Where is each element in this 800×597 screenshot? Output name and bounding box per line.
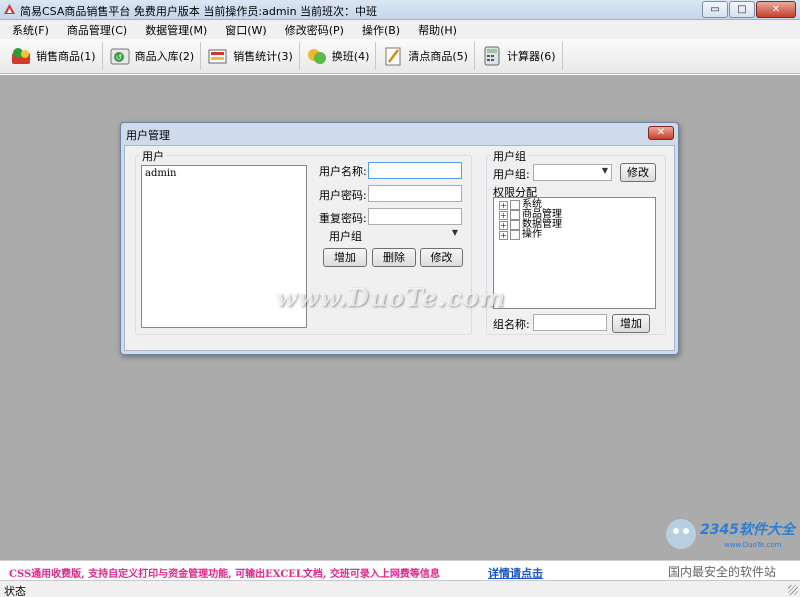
expand-icon[interactable]: + (499, 230, 508, 240)
checkbox[interactable] (510, 230, 520, 240)
menu-bar: 系统(F) 商品管理(C) 数据管理(M) 窗口(W) 修改密码(P) 操作(B… (0, 20, 800, 39)
watermark-logo: 2345软件大全 www.DuoTe.com (660, 515, 800, 560)
group-select-label: 用户组: (493, 168, 530, 181)
menu-data-management[interactable]: 数据管理(M) (137, 22, 217, 38)
menu-window[interactable]: 窗口(W) (217, 22, 276, 38)
menu-system[interactable]: 系统(F) (4, 22, 59, 38)
repeat-password-label: 重复密码: (319, 212, 367, 225)
add-user-button[interactable]: 增加 (323, 248, 367, 267)
checkbox[interactable] (510, 220, 520, 230)
resize-grip-icon[interactable] (788, 585, 798, 595)
watermark: www.DuoTe.com (276, 283, 506, 312)
tree-node-operation[interactable]: + 操作 (499, 230, 655, 240)
sales-stats-label: 销售统计(3) (233, 50, 293, 63)
menu-help[interactable]: 帮助(H) (410, 22, 467, 38)
svg-text:↺: ↺ (115, 53, 122, 62)
chevron-down-icon: ▼ (601, 166, 608, 175)
app-logo-icon (4, 4, 15, 14)
modify-group-button[interactable]: 修改 (620, 163, 656, 182)
window-controls: ▭ □ ✕ (702, 1, 796, 18)
expand-icon[interactable]: + (499, 220, 508, 230)
calculator-label: 计算器(6) (506, 50, 556, 63)
checkbox[interactable] (510, 210, 520, 220)
sell-goods-button[interactable]: 销售商品(1) (4, 42, 103, 70)
permission-tree[interactable]: + 系统 + 商品管理 + 数据管理 + 操作 (493, 197, 656, 309)
chevron-down-icon: ▼ (451, 228, 458, 237)
sell-goods-label: 销售商品(1) (36, 50, 96, 63)
menu-change-password[interactable]: 修改密码(P) (277, 22, 354, 38)
watermark-site: www.DuoTe.com (724, 541, 782, 549)
close-button[interactable]: ✕ (756, 1, 796, 18)
window-title: 简易CSA商品销售平台 免费用户版本 当前操作员:admin 当前班次：中班 (20, 5, 378, 18)
promo-text: CSS通用收费版, 支持自定义打印与资金管理功能, 可输出EXCEL文档, 交班… (9, 569, 440, 580)
user-group-select[interactable]: ▼ (368, 226, 462, 243)
stock-in-label: 商品入库(2) (134, 50, 195, 63)
dialog-body: 用户 admin 用户名称: 用户密码: 重复密码: 用户组 ▼ 增加 删除 修… (124, 145, 675, 351)
stock-in-icon: ↺ (110, 48, 130, 65)
watermark-slogan: 国内最安全的软件站 (668, 565, 777, 579)
checkbox[interactable] (510, 200, 520, 210)
user-management-dialog: 用户管理 ✕ 用户 admin 用户名称: 用户密码: 重复密码: 用户组 ▼ … (120, 122, 679, 355)
inventory-button[interactable]: 清点商品(5) (376, 42, 475, 70)
shift-change-icon (307, 49, 326, 64)
status-bar: 状态 (0, 580, 800, 597)
calculator-button[interactable]: 计算器(6) (475, 42, 563, 70)
stock-in-button[interactable]: ↺ 商品入库(2) (103, 42, 202, 70)
sales-stats-icon (208, 49, 227, 64)
user-group-panel-title: 用户组 (491, 148, 528, 164)
watermark-brand: 2345软件大全 (700, 522, 795, 538)
username-label: 用户名称: (319, 165, 367, 178)
username-field[interactable] (368, 162, 462, 179)
maximize-button[interactable]: □ (729, 1, 755, 18)
group-select[interactable]: ▼ (533, 164, 612, 181)
list-item[interactable]: admin (142, 166, 306, 181)
modify-user-button[interactable]: 修改 (420, 248, 463, 267)
minimize-button[interactable]: ▭ (702, 1, 728, 18)
toolbar: 销售商品(1) ↺ 商品入库(2) 销售统计(3) 换班(4) 清点商品(5) (0, 39, 800, 74)
title-bar: 简易CSA商品销售平台 免费用户版本 当前操作员:admin 当前班次：中班 ▭… (0, 0, 800, 20)
group-name-label: 组名称: (493, 318, 530, 331)
calculator-icon (484, 46, 500, 66)
users-group-title: 用户 (140, 148, 166, 164)
user-group-label: 用户组 (329, 230, 362, 243)
user-group-groupbox: 用户组 用户组: ▼ 修改 权限分配 + 系统 + 商品管理 + 数据管理 + … (486, 148, 666, 335)
dialog-title: 用户管理 (126, 129, 170, 142)
tree-node-label: 操作 (522, 229, 542, 240)
expand-icon[interactable]: + (499, 210, 508, 220)
info-bar: CSS通用收费版, 支持自定义打印与资金管理功能, 可输出EXCEL文档, 交班… (0, 560, 800, 580)
shift-change-label: 换班(4) (331, 50, 370, 63)
inventory-label: 清点商品(5) (408, 50, 468, 63)
add-group-button[interactable]: 增加 (612, 314, 650, 333)
details-link[interactable]: 详情请点击 (488, 565, 543, 581)
sell-goods-icon (12, 48, 30, 64)
password-label: 用户密码: (319, 189, 367, 202)
repeat-password-field[interactable] (368, 208, 462, 225)
menu-operation[interactable]: 操作(B) (354, 22, 410, 38)
mascot-icon (666, 519, 696, 549)
shift-change-button[interactable]: 换班(4) (300, 42, 377, 70)
status-text: 状态 (4, 585, 26, 597)
dialog-title-bar[interactable]: 用户管理 ✕ (121, 123, 678, 143)
menu-goods-management[interactable]: 商品管理(C) (59, 22, 137, 38)
dialog-close-button[interactable]: ✕ (648, 126, 674, 140)
delete-user-button[interactable]: 删除 (372, 248, 416, 267)
inventory-icon (385, 47, 401, 66)
group-name-field[interactable] (533, 314, 607, 331)
password-field[interactable] (368, 185, 462, 202)
sales-stats-button[interactable]: 销售统计(3) (201, 42, 300, 70)
expand-icon[interactable]: + (499, 200, 508, 210)
